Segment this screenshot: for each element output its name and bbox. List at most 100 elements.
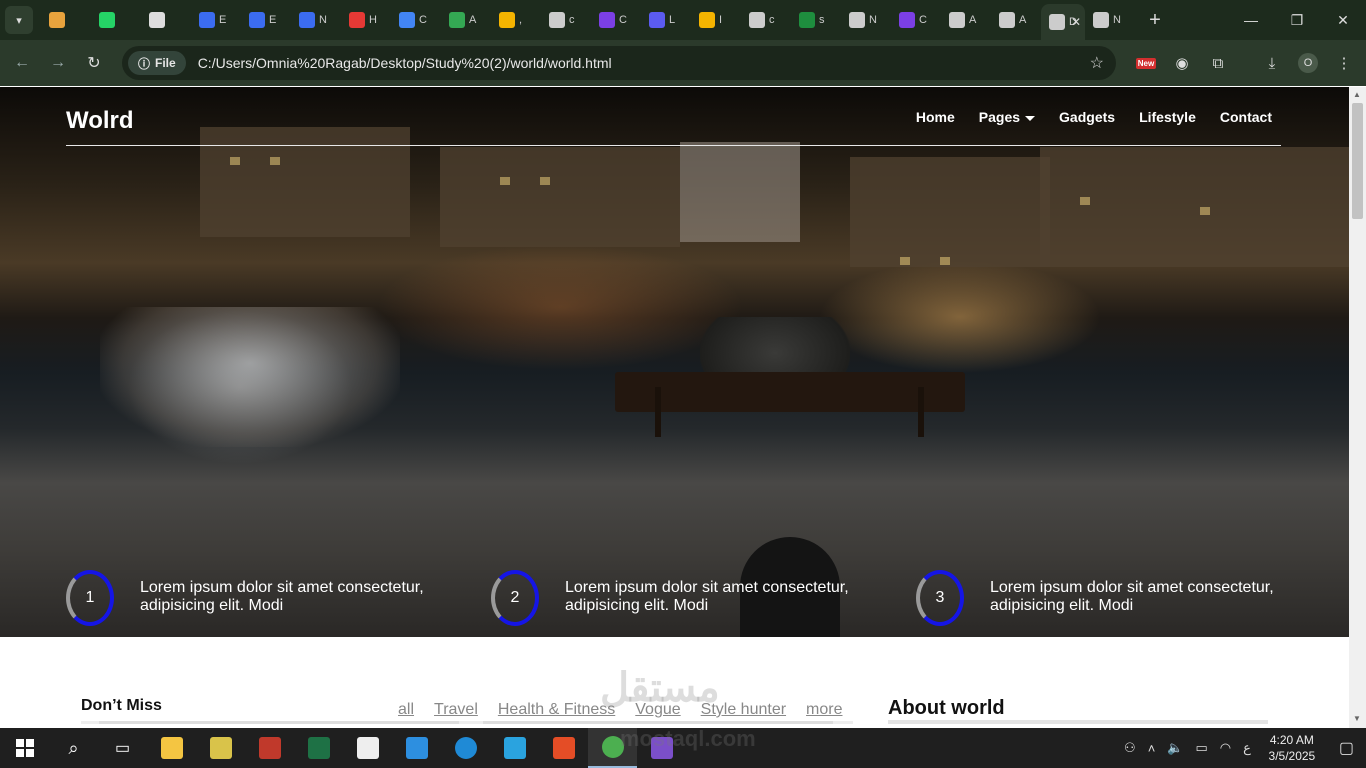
sql-tool-icon[interactable]: [196, 728, 245, 768]
wifi-icon[interactable]: ◠: [1214, 740, 1237, 756]
browser-tab[interactable]: I: [691, 4, 741, 36]
browser-tab[interactable]: [41, 4, 91, 36]
browser-tab[interactable]: C: [591, 4, 641, 36]
browser-tab[interactable]: ,: [491, 4, 541, 36]
battery-icon[interactable]: ▭: [1189, 740, 1213, 756]
maximize-icon[interactable]: ❐: [1274, 0, 1320, 40]
close-window-icon[interactable]: ✕: [1320, 0, 1366, 40]
edge-icon[interactable]: [441, 728, 490, 768]
clock[interactable]: 4:20 AM 3/5/2025: [1257, 732, 1327, 764]
app-glyph: [552, 737, 575, 759]
tab-title: N: [319, 14, 327, 26]
filter-all[interactable]: all: [398, 701, 414, 719]
browser-tab[interactable]: N: [291, 4, 341, 36]
tab-favicon-icon: [549, 12, 565, 28]
browser-menu-icon[interactable]: ⋮: [1329, 40, 1359, 86]
browser-tab[interactable]: N: [841, 4, 891, 36]
tab-search-dropdown-icon[interactable]: ▾: [5, 6, 33, 34]
browser-tab[interactable]: E: [241, 4, 291, 36]
new-tab-button[interactable]: +: [1141, 9, 1169, 32]
browser-tab[interactable]: N: [1085, 4, 1135, 36]
menu-lifestyle[interactable]: Lifestyle: [1139, 109, 1196, 125]
menu-pages[interactable]: Pages: [979, 109, 1036, 125]
tab-favicon-icon: [299, 12, 315, 28]
reload-icon[interactable]: ↻: [76, 53, 112, 73]
menu-gadgets[interactable]: Gadgets: [1059, 109, 1115, 125]
menu-contact[interactable]: Contact: [1220, 109, 1272, 125]
browser-tab[interactable]: A: [991, 4, 1041, 36]
store-icon[interactable]: [539, 728, 588, 768]
browser-tab[interactable]: C: [391, 4, 441, 36]
app-glyph: [405, 737, 428, 759]
menu-home[interactable]: Home: [916, 109, 955, 125]
filter-travel[interactable]: Travel: [434, 701, 478, 719]
file-explorer-icon[interactable]: [147, 728, 196, 768]
tab-favicon-icon: [149, 12, 165, 28]
search-icon[interactable]: ⌕: [49, 728, 98, 768]
back-icon[interactable]: ←: [4, 54, 40, 72]
about-divider: [888, 720, 1268, 724]
browser-tab[interactable]: H: [341, 4, 391, 36]
extension-owl-icon[interactable]: ◉: [1167, 40, 1197, 86]
omnibox[interactable]: ⓘ File C:/Users/Omnia%20Ragab/Desktop/St…: [122, 46, 1116, 80]
site-menu: Home Pages Gadgets Lifestyle Contact: [916, 109, 1272, 125]
browser-tab[interactable]: [91, 4, 141, 36]
extensions-puzzle-icon[interactable]: ⧉: [1203, 40, 1233, 86]
browser-tab[interactable]: A: [941, 4, 991, 36]
tab-title: ,: [519, 14, 523, 26]
excel-icon[interactable]: [294, 728, 343, 768]
tab-title: C: [919, 14, 927, 26]
download-icon[interactable]: ⤓: [1257, 40, 1287, 86]
browser-tab[interactable]: s: [791, 4, 841, 36]
start-windows-icon[interactable]: [0, 728, 49, 768]
language-indicator[interactable]: ع: [1237, 740, 1257, 756]
vscode-icon[interactable]: [392, 728, 441, 768]
notion-icon[interactable]: [343, 728, 392, 768]
scrollbar-thumb[interactable]: [1352, 103, 1363, 219]
tab-favicon-icon: [649, 12, 665, 28]
browser-tab[interactable]: E: [191, 4, 241, 36]
feature-item: 1 Lorem ipsum dolor sit amet consectetur…: [66, 570, 466, 630]
address-toolbar: ← → ↻ ⓘ File C:/Users/Omnia%20Ragab/Desk…: [0, 40, 1366, 86]
filter-health-fitness[interactable]: Health & Fitness: [498, 701, 615, 719]
filter-more[interactable]: more: [806, 701, 842, 719]
browser-tab[interactable]: D ✕: [1041, 4, 1085, 40]
clock-date: 3/5/2025: [1268, 749, 1316, 763]
browser-tab[interactable]: c: [541, 4, 591, 36]
show-hidden-icons-icon[interactable]: ˄: [1142, 741, 1162, 756]
task-view-icon[interactable]: ▭: [98, 728, 147, 768]
notifications-icon[interactable]: ▢: [1327, 738, 1366, 758]
clock-time: 4:20 AM: [1269, 733, 1314, 747]
url-text[interactable]: C:/Users/Omnia%20Ragab/Desktop/Study%20(…: [198, 55, 612, 71]
browser-tab[interactable]: C: [891, 4, 941, 36]
site-logo[interactable]: Wolrd: [66, 107, 134, 135]
scroll-down-icon[interactable]: ▼: [1353, 714, 1361, 723]
volume-icon[interactable]: 🔈: [1161, 740, 1189, 756]
browser-tab[interactable]: A: [441, 4, 491, 36]
filter-divider: [81, 721, 853, 724]
access-icon[interactable]: [245, 728, 294, 768]
browser-tab-strip: ▾ E E N H C A, c C L Ic s N C A A D ✕ N + — ❐ ✕: [0, 0, 1366, 40]
feature-text: Lorem ipsum dolor sit amet consectetur, …: [140, 579, 424, 614]
tab-title: N: [1113, 14, 1121, 26]
people-icon[interactable]: ⚇: [1118, 740, 1142, 756]
tab-favicon-icon: [749, 12, 765, 28]
watermark-arabic: مستقل: [600, 666, 720, 710]
browser-tab[interactable]: [141, 4, 191, 36]
page-scrollbar[interactable]: ▲ ▼: [1349, 87, 1366, 728]
forward-icon[interactable]: →: [40, 54, 76, 72]
tab-favicon-icon: [249, 12, 265, 28]
telegram-icon[interactable]: [490, 728, 539, 768]
bookmark-star-icon[interactable]: ☆: [1090, 53, 1104, 73]
minimize-icon[interactable]: —: [1228, 0, 1274, 40]
feature-text: Lorem ipsum dolor sit amet consectetur, …: [990, 579, 1274, 614]
feature-item: 3 Lorem ipsum dolor sit amet consectetur…: [916, 570, 1316, 630]
browser-tab[interactable]: L: [641, 4, 691, 36]
scroll-up-icon[interactable]: ▲: [1353, 90, 1361, 99]
site-info-chip[interactable]: ⓘ File: [128, 51, 186, 75]
tab-favicon-icon: [1093, 12, 1109, 28]
profile-avatar[interactable]: O: [1293, 40, 1323, 86]
close-tab-icon[interactable]: ✕: [1071, 15, 1081, 29]
browser-tab[interactable]: c: [741, 4, 791, 36]
extension-new-icon[interactable]: New: [1131, 40, 1161, 86]
